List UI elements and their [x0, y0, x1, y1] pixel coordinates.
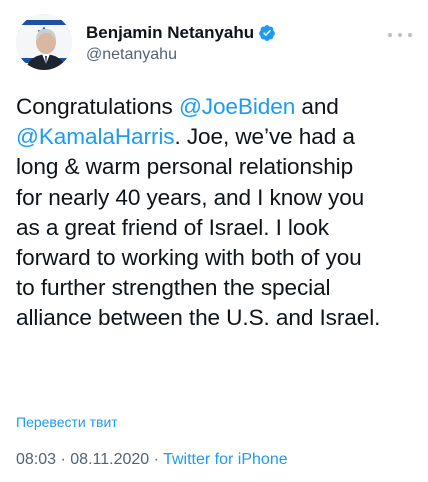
tweet-text-segment: forward to working with both of you — [16, 245, 362, 271]
meta-separator: · — [60, 451, 71, 468]
tweet-text-line: long & warm personal relationship — [16, 152, 416, 182]
tweet-text-segment: long & warm personal relationship — [16, 154, 354, 180]
tweet-text: Congratulations @JoeBiden and @KamalaHarr… — [16, 92, 416, 334]
tweet-time[interactable]: 08:03 — [16, 451, 56, 468]
tweet-text-line: alliance between the U.S. and Israel. — [16, 303, 416, 333]
meta-separator: · — [153, 451, 164, 468]
display-name-row: Benjamin Netanyahu — [86, 23, 276, 43]
tweet-text-line: for nearly 40 years, and I know you — [16, 183, 416, 213]
display-name[interactable]: Benjamin Netanyahu — [86, 23, 254, 43]
tweet-text-segment: for nearly 40 years, and I know you — [16, 184, 365, 210]
tweet-text-segment: as a great friend of Israel. I look — [16, 214, 329, 240]
tweet-text-line: as a great friend of Israel. I look — [16, 213, 416, 243]
avatar[interactable] — [16, 14, 72, 70]
tweet-text-line: to further strengthen the special — [16, 273, 416, 303]
translate-tweet-link[interactable]: Перевести твит — [16, 414, 118, 430]
tweet-source-link[interactable]: Twitter for iPhone — [163, 451, 288, 468]
more-options-icon[interactable] — [388, 28, 412, 42]
tweet-text-segment: . Joe, we’ve had a — [174, 124, 355, 150]
verified-badge-icon — [258, 24, 276, 42]
author-handle[interactable]: @netanyahu — [86, 46, 276, 64]
author-names: Benjamin Netanyahu @netanyahu — [86, 23, 276, 64]
avatar-image — [16, 14, 72, 70]
more-dot — [388, 33, 392, 37]
mention-link[interactable]: @JoeBiden — [179, 94, 295, 119]
tweet-meta: 08:03 · 08.11.2020 · Twitter for iPhone — [16, 451, 288, 469]
tweet-header: Benjamin Netanyahu @netanyahu — [16, 14, 412, 74]
more-dot — [398, 33, 402, 37]
tweet-text-line: @KamalaHarris. Joe, we’ve had a — [16, 122, 416, 152]
tweet-text-line: forward to working with both of you — [16, 243, 416, 273]
tweet-text-segment: alliance between the U.S. and Israel. — [16, 305, 381, 331]
tweet-date[interactable]: 08.11.2020 — [70, 451, 149, 468]
tweet-text-segment: to further strengthen the special — [16, 275, 331, 301]
tweet-text-segment: and — [295, 94, 339, 119]
more-dot — [408, 33, 412, 37]
mention-link[interactable]: @KamalaHarris — [16, 124, 175, 149]
tweet-text-segment: Congratulations — [16, 94, 179, 119]
tweet-text-line: Congratulations @JoeBiden and — [16, 92, 416, 122]
tweet-card: Benjamin Netanyahu @netanyahu Congratula… — [0, 0, 428, 482]
